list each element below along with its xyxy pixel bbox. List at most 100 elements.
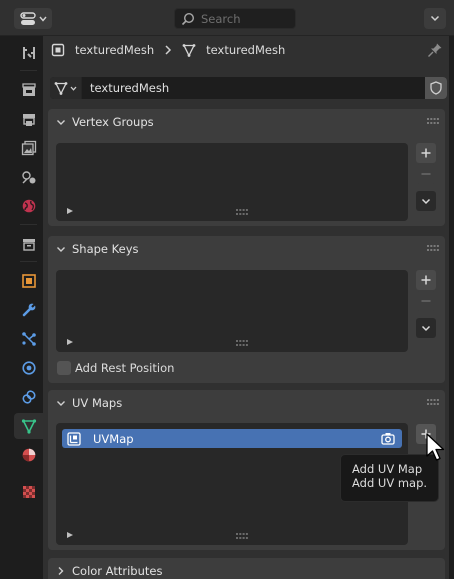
- tab-separator: [20, 261, 37, 262]
- shape-key-specials-button[interactable]: [416, 318, 436, 338]
- drag-handle-icon[interactable]: [427, 245, 439, 251]
- search-input[interactable]: Search: [174, 8, 296, 29]
- properties-tab-bar: [14, 36, 43, 579]
- breadcrumb-object[interactable]: texturedMesh: [51, 43, 154, 57]
- chevron-down-icon: [57, 246, 65, 252]
- panel-shape-keys: Shape Keys Add Rest Position: [48, 236, 445, 383]
- panel-title: Color Attributes: [72, 564, 163, 578]
- mouse-cursor-icon: [426, 433, 445, 461]
- material-icon: [22, 448, 35, 462]
- mesh-data-icon: [54, 82, 68, 95]
- drag-handle-icon[interactable]: [427, 118, 439, 124]
- tab-collection[interactable]: [14, 231, 43, 257]
- header-options-dropdown[interactable]: [424, 8, 446, 29]
- fake-user-button[interactable]: [425, 77, 447, 99]
- modifier-wrench-icon: [22, 302, 36, 317]
- search-placeholder: Search: [201, 11, 241, 26]
- tab-view-layer[interactable]: [14, 135, 43, 161]
- panel-header-color-attributes[interactable]: Color Attributes: [48, 558, 445, 579]
- tab-constraints[interactable]: [14, 384, 43, 410]
- tab-material[interactable]: [14, 442, 43, 468]
- drag-handle-icon[interactable]: [427, 399, 439, 405]
- uv-map-icon: [67, 431, 81, 446]
- chevron-down-icon: [430, 15, 440, 22]
- tool-icon: [22, 47, 35, 59]
- mesh-data-icon: [21, 419, 36, 434]
- list-item[interactable]: UVMap: [62, 429, 402, 448]
- resize-grip-icon[interactable]: [236, 533, 248, 539]
- tab-separator: [20, 224, 37, 225]
- shield-icon: [430, 81, 442, 95]
- pin-icon[interactable]: [427, 42, 443, 58]
- chevron-down-icon: [421, 198, 431, 204]
- render-icon: [21, 83, 36, 96]
- editor-type-dropdown[interactable]: [14, 8, 52, 29]
- panel-color-attributes: Color Attributes: [48, 558, 445, 579]
- plus-icon: [421, 275, 431, 285]
- panel-title: Vertex Groups: [72, 115, 154, 129]
- tab-object[interactable]: [14, 268, 43, 294]
- particles-icon: [21, 332, 36, 346]
- tab-scene[interactable]: [14, 164, 43, 190]
- mesh-browse-button[interactable]: [50, 77, 82, 99]
- tab-separator: [20, 70, 37, 71]
- object-icon: [51, 43, 65, 57]
- add-rest-position-checkbox[interactable]: [57, 361, 71, 375]
- minus-icon: [421, 173, 431, 175]
- mesh-datablock-selector: texturedMesh: [50, 77, 447, 99]
- tab-world[interactable]: [14, 193, 43, 219]
- chevron-down-icon: [38, 16, 47, 22]
- chevron-down-icon: [70, 86, 77, 91]
- object-icon: [21, 274, 36, 288]
- mesh-name-field[interactable]: texturedMesh: [82, 81, 425, 95]
- camera-icon[interactable]: [381, 432, 395, 445]
- breadcrumb-mesh[interactable]: texturedMesh: [182, 43, 285, 57]
- resize-grip-icon[interactable]: [236, 209, 248, 215]
- add-shape-key-button[interactable]: [416, 270, 436, 290]
- add-rest-position-label: Add Rest Position: [75, 361, 175, 375]
- chevron-right-icon: [58, 567, 64, 575]
- tab-modifiers[interactable]: [14, 297, 43, 323]
- add-vertex-group-button[interactable]: [416, 143, 436, 163]
- output-icon: [22, 114, 35, 126]
- view-layer-icon: [21, 140, 36, 156]
- search-icon: [181, 12, 195, 25]
- panel-header-uv-maps[interactable]: UV Maps: [48, 390, 445, 416]
- tab-tool[interactable]: [14, 40, 43, 66]
- resize-grip-icon[interactable]: [236, 340, 248, 346]
- object-constraint-icon: [21, 390, 36, 404]
- panel-header-shape-keys[interactable]: Shape Keys: [48, 236, 445, 262]
- vertex-group-specials-button[interactable]: [416, 191, 436, 211]
- tab-texture[interactable]: [14, 479, 43, 505]
- panel-vertex-groups: Vertex Groups: [48, 109, 445, 226]
- breadcrumb: texturedMesh texturedMesh: [51, 42, 285, 58]
- region-border: [449, 36, 454, 579]
- list-filter-toggle[interactable]: [67, 532, 73, 538]
- chevron-right-icon: [165, 45, 172, 55]
- panel-title: Shape Keys: [72, 242, 139, 256]
- physics-icon: [21, 361, 36, 375]
- plus-icon: [421, 148, 431, 158]
- breadcrumb-mesh-name: texturedMesh: [206, 43, 286, 57]
- breadcrumb-object-name: texturedMesh: [75, 43, 155, 57]
- tab-data[interactable]: [14, 413, 43, 439]
- world-icon: [22, 199, 35, 213]
- remove-shape-key-button[interactable]: [416, 291, 436, 311]
- minus-icon: [421, 300, 431, 302]
- properties-header: Search: [0, 0, 454, 36]
- panel-header-vertex-groups[interactable]: Vertex Groups: [48, 109, 445, 135]
- tab-render[interactable]: [14, 77, 43, 103]
- properties-editor-icon: [19, 11, 36, 25]
- tooltip-description: Add UV map.: [352, 476, 428, 490]
- tab-particles[interactable]: [14, 326, 43, 352]
- tab-physics[interactable]: [14, 355, 43, 381]
- chevron-down-icon: [421, 325, 431, 331]
- texture-checker-icon: [22, 486, 35, 498]
- shape-key-list[interactable]: [56, 270, 408, 352]
- tab-output[interactable]: [14, 106, 43, 132]
- vertex-group-list[interactable]: [56, 143, 408, 221]
- remove-vertex-group-button[interactable]: [416, 164, 436, 184]
- list-filter-toggle[interactable]: [67, 208, 73, 214]
- chevron-down-icon: [57, 119, 65, 125]
- list-filter-toggle[interactable]: [67, 339, 73, 345]
